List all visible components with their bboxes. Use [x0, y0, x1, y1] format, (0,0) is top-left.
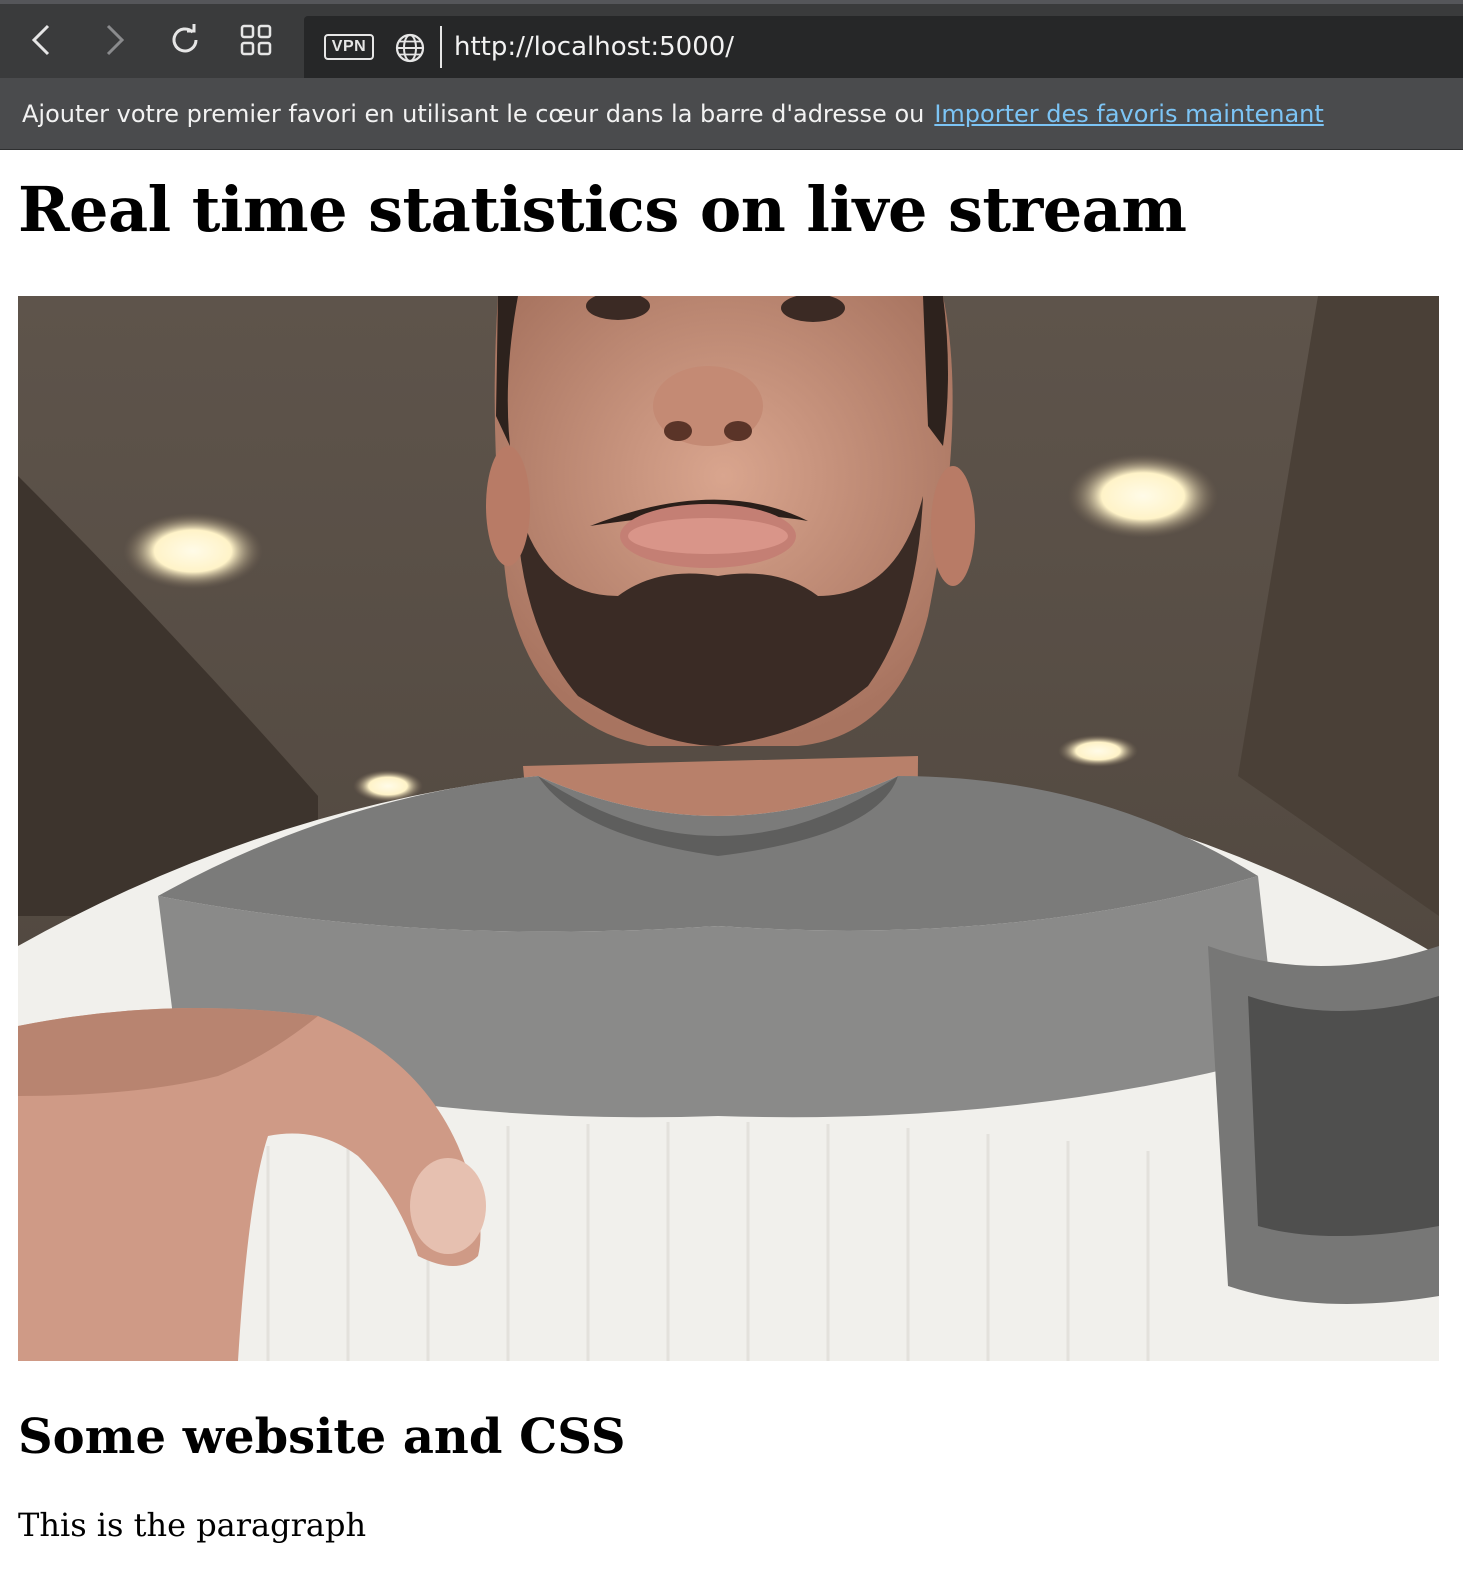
page-title: Real time statistics on live stream: [18, 173, 1187, 246]
import-favorites-link[interactable]: Importer des favoris maintenant: [934, 100, 1323, 128]
vpn-badge[interactable]: VPN: [324, 34, 374, 60]
browser-toolbar: VPN http://localhost:5000/: [0, 0, 1463, 78]
live-stream-video: [18, 296, 1439, 1361]
reload-button[interactable]: [163, 18, 207, 62]
back-icon: [31, 24, 50, 56]
reload-icon: [172, 24, 198, 53]
bookmark-bar: Ajouter votre premier favori en utilisan…: [0, 78, 1463, 150]
address-divider: [440, 26, 442, 68]
forward-icon: [106, 24, 125, 56]
tabs-button[interactable]: [234, 18, 278, 62]
section-heading: Some website and CSS: [18, 1409, 626, 1465]
forward-button[interactable]: [92, 18, 136, 62]
page-content: Real time statistics on live stream Some…: [0, 174, 1463, 1545]
bookmark-bar-message: Ajouter votre premier favori en utilisan…: [22, 99, 925, 128]
back-button[interactable]: [20, 18, 64, 62]
body-paragraph: This is the paragraph: [18, 1506, 367, 1544]
tabs-grid-icon: [240, 24, 272, 56]
url-input[interactable]: http://localhost:5000/: [454, 30, 734, 64]
address-bar[interactable]: VPN http://localhost:5000/: [304, 16, 1463, 78]
globe-icon[interactable]: [394, 32, 426, 64]
live-stream-frame: [18, 296, 1439, 1361]
